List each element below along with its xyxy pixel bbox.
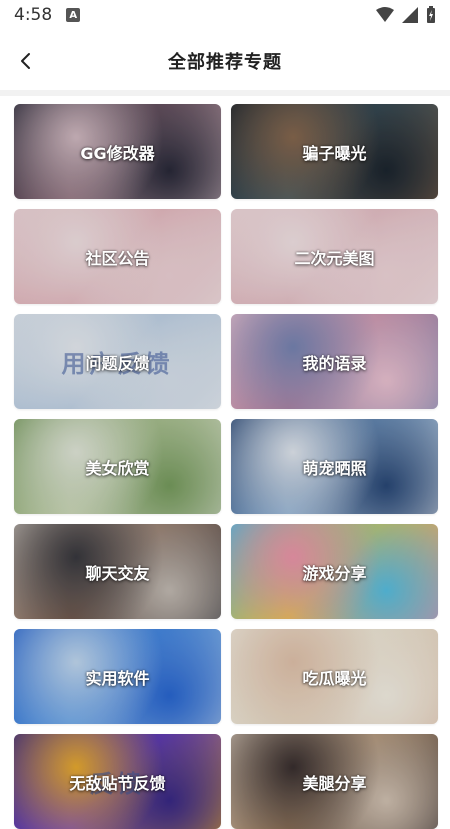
topic-card-label: GG修改器 xyxy=(80,143,155,163)
topic-card-label: 我的语录 xyxy=(302,353,367,373)
topic-card[interactable]: 实用软件 xyxy=(14,629,221,724)
battery-icon xyxy=(427,6,435,23)
topic-card-label: 无敌贴节反馈 xyxy=(69,773,166,793)
topic-card-label: 社区公告 xyxy=(85,248,150,268)
topic-card-label: 萌宠晒照 xyxy=(302,458,367,478)
signal-icon xyxy=(402,7,418,23)
back-button[interactable] xyxy=(8,44,42,78)
topic-card-label: 美女欣赏 xyxy=(85,458,150,478)
notification-badge: A xyxy=(66,8,81,22)
header-divider xyxy=(0,90,450,96)
status-bar: 4:58 A xyxy=(0,0,450,30)
topic-grid: GG修改器 骗子曝光社区公告 二次元美图用户反馈 问题反馈 我的语录美女欣赏 萌宠晒照聊天… xyxy=(14,104,438,829)
topic-card-label: 骗子曝光 xyxy=(302,143,367,163)
status-icons xyxy=(376,6,436,24)
topic-card[interactable]: 美腿分享 xyxy=(231,734,438,829)
topic-card-label: 聊天交友 xyxy=(85,563,150,583)
topic-card[interactable]: 反馈 无敌贴节反馈 xyxy=(14,734,221,829)
wifi-icon xyxy=(376,7,394,22)
topic-card[interactable]: 吃瓜曝光 xyxy=(231,629,438,724)
topic-card[interactable]: 聊天交友 xyxy=(14,524,221,619)
topic-card-label: 游戏分享 xyxy=(302,563,367,583)
topic-card[interactable]: 二次元美图 xyxy=(231,209,438,304)
status-time: 4:58 xyxy=(14,5,53,25)
topic-card[interactable]: 骗子曝光 xyxy=(231,104,438,199)
topic-card[interactable]: 萌宠晒照 xyxy=(231,419,438,514)
topic-card-label: 二次元美图 xyxy=(294,248,375,268)
topic-card[interactable]: 我的语录 xyxy=(231,314,438,409)
topic-card-label: 美腿分享 xyxy=(302,773,367,793)
header: 全部推荐专题 xyxy=(0,36,450,86)
topic-card-label: 问题反馈 xyxy=(85,353,150,373)
chevron-left-icon xyxy=(21,53,30,69)
topic-card[interactable]: GG修改器 xyxy=(14,104,221,199)
topic-card[interactable]: 用户反馈 问题反馈 xyxy=(14,314,221,409)
topic-card-label: 实用软件 xyxy=(85,668,150,688)
topic-card[interactable]: 社区公告 xyxy=(14,209,221,304)
topic-card[interactable]: 美女欣赏 xyxy=(14,419,221,514)
page-title: 全部推荐专题 xyxy=(168,52,282,73)
topic-card[interactable]: 游戏分享 xyxy=(231,524,438,619)
topic-card-label: 吃瓜曝光 xyxy=(302,668,367,688)
